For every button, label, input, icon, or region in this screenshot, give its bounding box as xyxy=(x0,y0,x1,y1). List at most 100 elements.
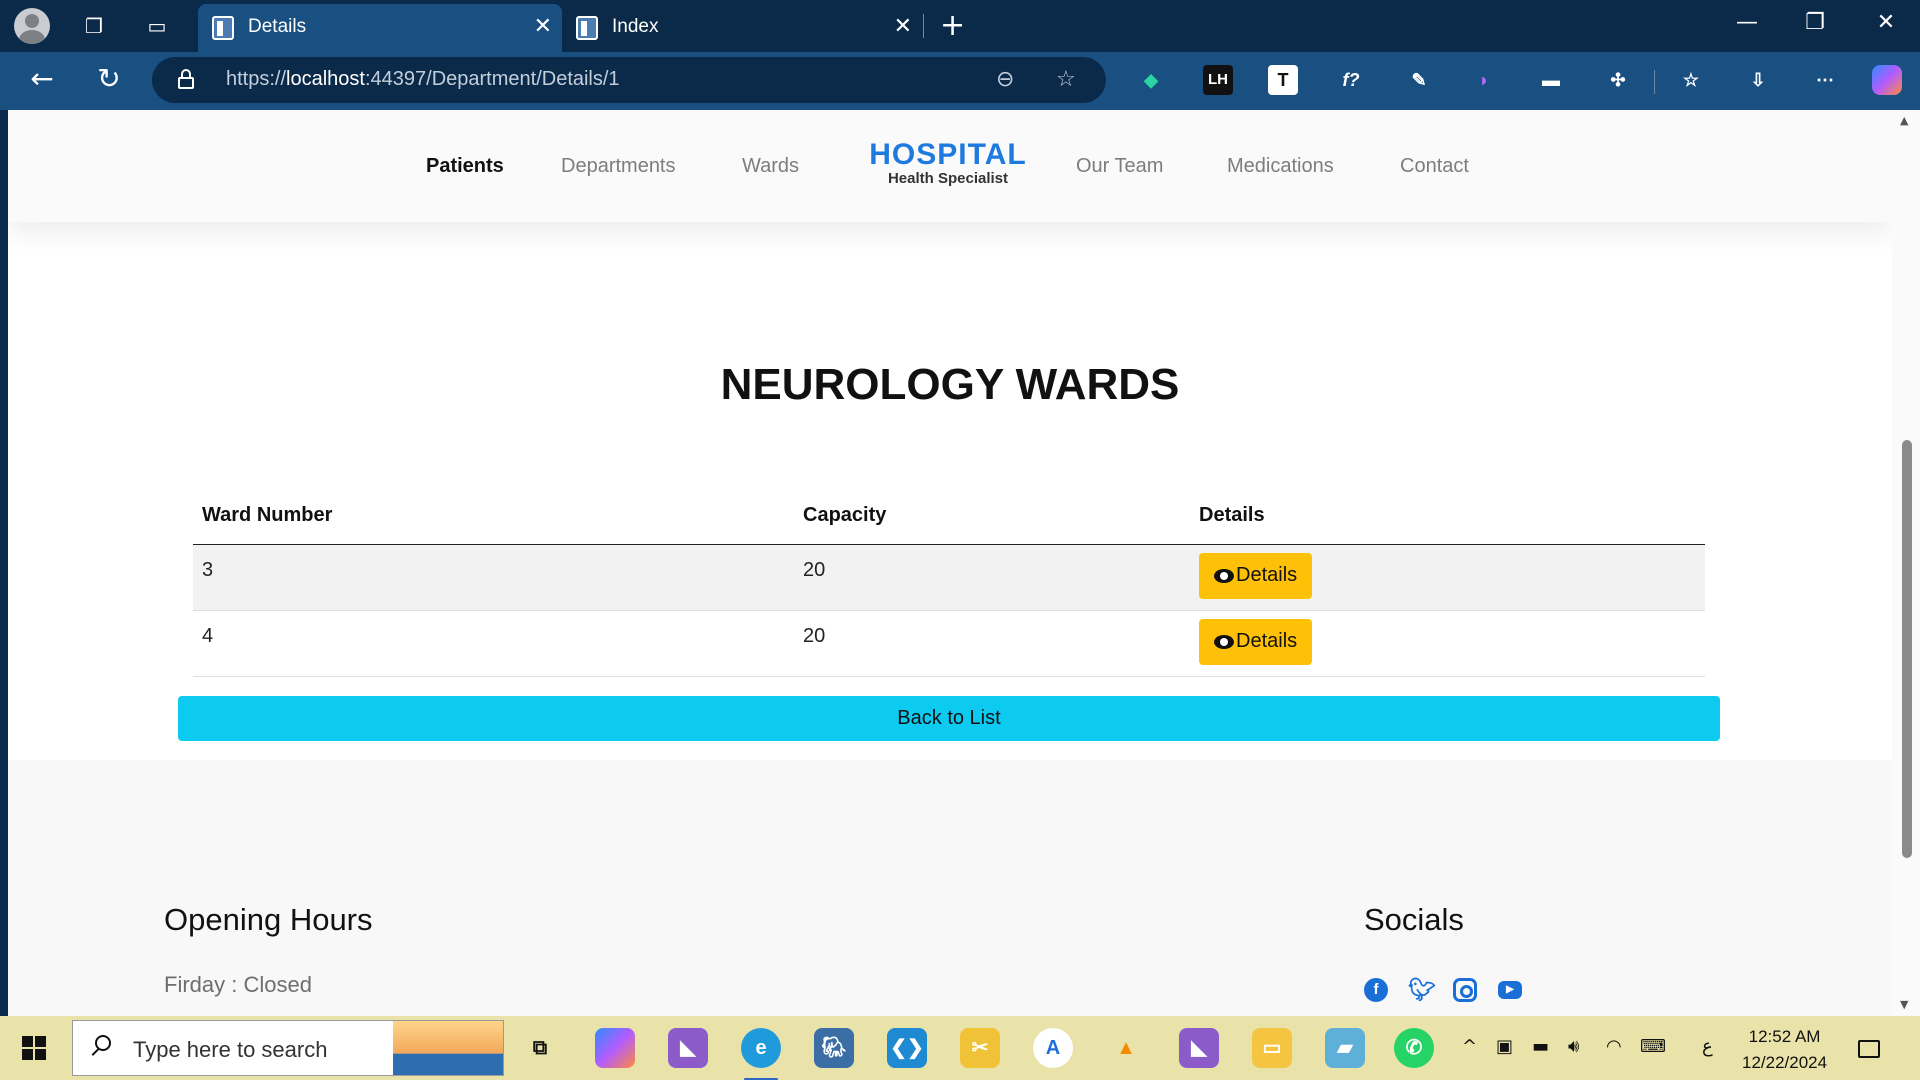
favorites-icon[interactable]: ☆ xyxy=(1676,65,1706,95)
file-explorer-icon[interactable]: ▭ xyxy=(1252,1028,1292,1068)
notepad-app-icon[interactable]: ▰ xyxy=(1325,1028,1365,1068)
downloads-icon[interactable]: ⇩ xyxy=(1743,65,1773,95)
extension-green-icon[interactable]: ◆ xyxy=(1136,65,1166,95)
windows-start-icon[interactable] xyxy=(22,1036,46,1060)
extension-t-icon[interactable]: T xyxy=(1268,65,1298,95)
tools-app-icon[interactable]: ✂ xyxy=(960,1028,1000,1068)
capacity-cell: 20 xyxy=(794,610,1190,677)
scroll-up-icon[interactable]: ▲ xyxy=(1900,114,1908,127)
nav-medications[interactable]: Medications xyxy=(1227,155,1334,178)
whatsapp-icon[interactable]: ✆ xyxy=(1394,1028,1434,1068)
browser-title-bar: ❐ ▭ Details ✕ Index ✕ + — ❐ ✕ xyxy=(0,0,1920,52)
tab-label: Index xyxy=(612,16,659,37)
tab-index[interactable]: Index ✕ xyxy=(562,4,922,52)
extension-lh-icon[interactable]: LH xyxy=(1203,65,1233,95)
workspaces-icon[interactable]: ❐ xyxy=(80,12,108,40)
toolbar-divider xyxy=(1654,70,1655,94)
refresh-icon[interactable]: ↻ xyxy=(89,62,129,95)
nav-contact[interactable]: Contact xyxy=(1400,155,1469,178)
ward-number-cell: 4 xyxy=(193,610,794,677)
instagram-icon[interactable] xyxy=(1453,978,1477,1002)
nav-departments[interactable]: Departments xyxy=(561,155,676,178)
visual-studio-icon[interactable]: ◣ xyxy=(668,1028,708,1068)
extension-purple-icon[interactable]: ◗ xyxy=(1469,65,1499,95)
details-button[interactable]: Details xyxy=(1199,552,1313,599)
battery-icon[interactable]: ▬ xyxy=(1532,1036,1549,1057)
nav-our-team[interactable]: Our Team xyxy=(1076,155,1163,178)
color-picker-icon[interactable]: ✎ xyxy=(1404,65,1434,95)
youtube-icon[interactable]: ▶ xyxy=(1498,981,1522,999)
notifications-icon[interactable] xyxy=(1858,1040,1880,1058)
tab-actions-icon[interactable]: ▭ xyxy=(143,12,171,40)
input-language[interactable]: ع xyxy=(1702,1036,1713,1057)
vlc-icon[interactable]: ▲ xyxy=(1106,1028,1146,1068)
back-to-list-button[interactable]: Back to List xyxy=(178,696,1720,741)
eye-icon xyxy=(1214,632,1234,652)
extension-window-icon[interactable]: ▬ xyxy=(1536,65,1566,95)
favorite-star-icon[interactable]: ☆ xyxy=(1056,67,1076,92)
details-cell: Details xyxy=(1190,544,1705,611)
scroll-down-icon[interactable]: ▼ xyxy=(1900,998,1908,1011)
site-brand[interactable]: HOSPITAL Health Specialist xyxy=(868,138,1028,187)
table-row: 3 20 Details xyxy=(193,544,1705,611)
close-tab-icon[interactable]: ✕ xyxy=(534,14,552,39)
keyboard-icon[interactable]: ⌨ xyxy=(1640,1036,1666,1057)
tray-app-icon[interactable]: ▣ xyxy=(1496,1036,1513,1057)
page-icon xyxy=(212,16,234,40)
search-highlight-image xyxy=(393,1021,503,1075)
details-button-label: Details xyxy=(1236,630,1298,652)
search-icon xyxy=(95,1035,111,1051)
wards-table: Ward Number Capacity Details 3 20 Detail… xyxy=(193,488,1705,677)
show-hidden-icons-icon[interactable]: ^ xyxy=(1462,1036,1477,1057)
opening-hours-heading: Opening Hours xyxy=(164,902,373,937)
zoom-out-icon[interactable]: ⊖ xyxy=(996,67,1014,92)
restore-icon[interactable]: ❐ xyxy=(1795,10,1835,35)
address-bar[interactable]: https://localhost:44397/Department/Detai… xyxy=(152,57,1106,103)
volume-icon[interactable]: 🔊︎ xyxy=(1568,1036,1579,1057)
taskbar-search-input[interactable]: Type here to search xyxy=(72,1020,504,1076)
app-store-icon[interactable]: A xyxy=(1033,1028,1073,1068)
eye-icon xyxy=(1214,566,1234,586)
extensions-puzzle-icon[interactable]: ✣ xyxy=(1603,65,1633,95)
column-header-details: Details xyxy=(1190,488,1705,545)
nav-wards[interactable]: Wards xyxy=(742,155,799,178)
page-viewport: Patients Departments Wards HOSPITAL Heal… xyxy=(8,110,1892,1016)
scrollbar-thumb[interactable] xyxy=(1902,440,1912,858)
clock-date: 12/22/2024 xyxy=(1742,1053,1828,1072)
table-row: 4 20 Details xyxy=(193,610,1705,677)
extension-font-icon[interactable]: f? xyxy=(1336,65,1366,95)
socials-heading: Socials xyxy=(1364,902,1464,937)
opening-hours-text: Firday : Closed xyxy=(164,972,312,997)
profile-avatar-icon[interactable] xyxy=(14,8,50,44)
copilot-app-icon[interactable] xyxy=(595,1028,635,1068)
facebook-icon[interactable]: f xyxy=(1364,978,1388,1002)
lock-icon[interactable] xyxy=(178,69,194,89)
edge-browser-icon[interactable]: e xyxy=(741,1028,781,1068)
capacity-cell: 20 xyxy=(794,544,1190,611)
close-tab-icon[interactable]: ✕ xyxy=(894,14,912,39)
visual-studio-preview-icon[interactable]: ◣ xyxy=(1179,1028,1219,1068)
vscode-icon[interactable]: ❮❯ xyxy=(887,1028,927,1068)
twitter-icon[interactable]: 🐦︎ xyxy=(1408,978,1436,1002)
nav-patients[interactable]: Patients xyxy=(426,155,504,178)
new-tab-icon[interactable]: + xyxy=(940,8,965,43)
minimize-icon[interactable]: — xyxy=(1727,10,1767,35)
column-header-capacity: Capacity xyxy=(794,488,1190,545)
postgres-icon[interactable]: 🐘︎ xyxy=(814,1028,854,1068)
more-menu-icon[interactable]: ⋯ xyxy=(1810,65,1840,95)
close-window-icon[interactable]: ✕ xyxy=(1866,10,1906,35)
details-button[interactable]: Details xyxy=(1199,618,1313,665)
brand-title: HOSPITAL xyxy=(869,138,1027,171)
details-cell: Details xyxy=(1190,610,1705,677)
url-text[interactable]: https://localhost:44397/Department/Detai… xyxy=(226,68,620,91)
tab-details[interactable]: Details ✕ xyxy=(198,4,562,52)
windows-taskbar: Type here to search ⧉ ◣ e 🐘︎ ❮❯ ✂ A ▲ ◣ … xyxy=(0,1016,1920,1080)
wifi-icon[interactable]: ◠ xyxy=(1606,1036,1622,1057)
back-arrow-icon[interactable]: ← xyxy=(22,62,62,95)
copilot-icon[interactable] xyxy=(1872,65,1902,95)
page-scrollbar[interactable]: ▲ ▼ xyxy=(1892,110,1920,1016)
taskbar-clock[interactable]: 12:52 AM 12/22/2024 xyxy=(1742,1024,1827,1076)
task-view-icon[interactable]: ⧉ xyxy=(520,1028,560,1068)
column-header-ward-number: Ward Number xyxy=(193,488,794,545)
table-header-row: Ward Number Capacity Details xyxy=(193,488,1705,545)
